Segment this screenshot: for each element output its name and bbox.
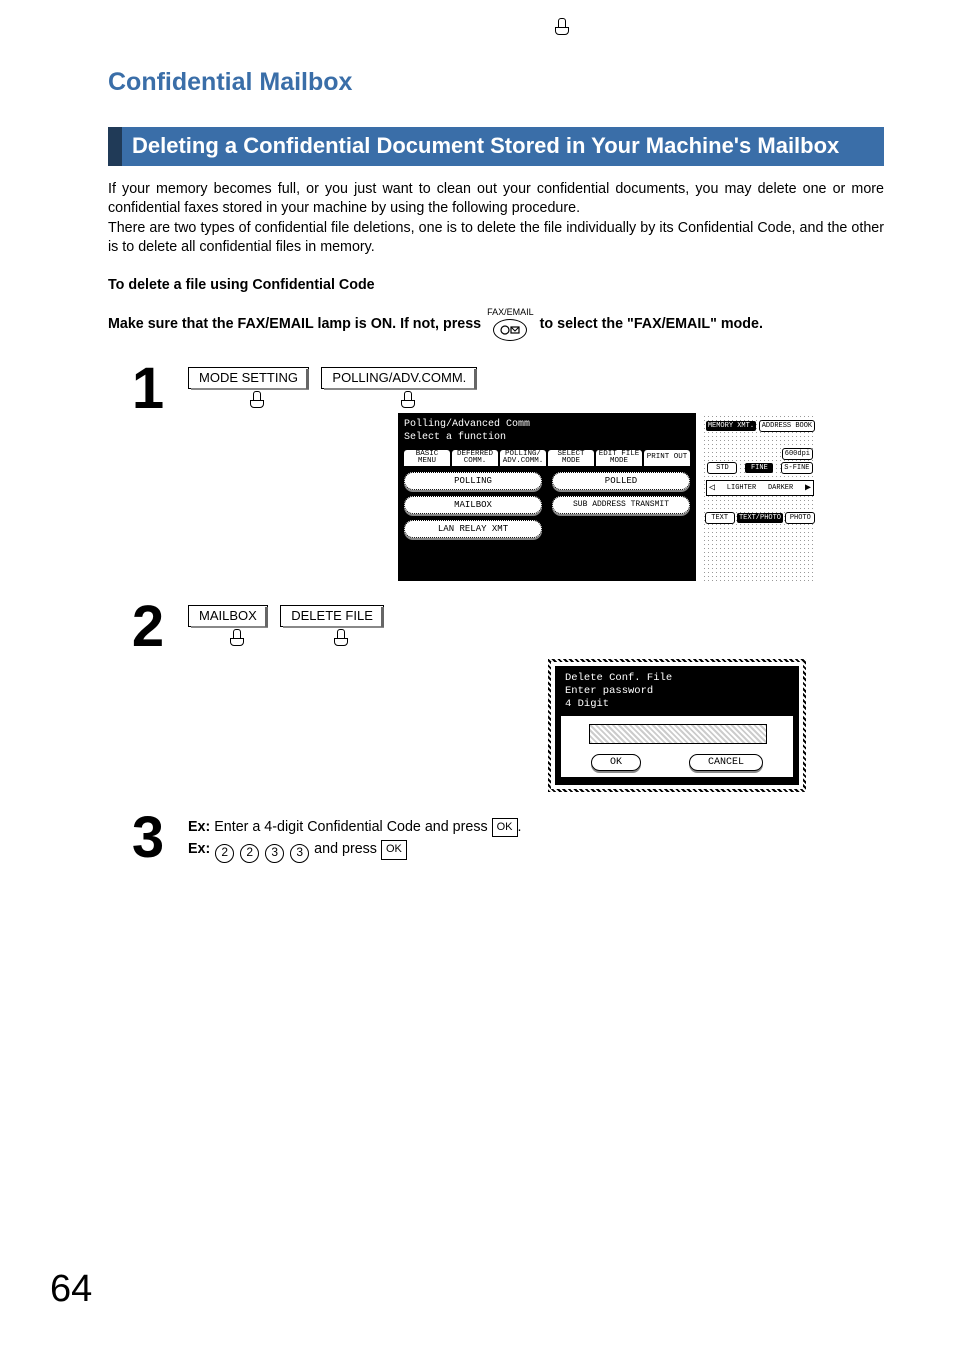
- section-title: Deleting a Confidential Document Stored …: [108, 127, 884, 166]
- lcd-tab-select-mode[interactable]: SELECT MODE: [548, 450, 594, 466]
- side-text[interactable]: TEXT: [706, 513, 734, 523]
- mode-setting-button[interactable]: MODE SETTING: [188, 367, 309, 391]
- lcd-tab-basic-menu[interactable]: BASIC MENU: [404, 450, 450, 466]
- digit-key-3[interactable]: 3: [265, 844, 284, 863]
- fax-email-label: FAX/EMAIL: [487, 307, 534, 317]
- step3-line1: Enter a 4-digit Confidential Code and pr…: [214, 819, 491, 835]
- lcd-tab-deferred[interactable]: DEFERRED COMM.: [452, 450, 498, 466]
- side-lighter[interactable]: LIGHTER: [727, 484, 756, 492]
- make-sure-part1: Make sure that the FAX/EMAIL lamp is ON.…: [108, 316, 481, 332]
- lcd-func-mailbox[interactable]: MAILBOX: [404, 496, 542, 514]
- side-std[interactable]: STD: [708, 463, 736, 473]
- sub-heading: To delete a file using Confidential Code: [108, 277, 884, 293]
- lcd-func-sub-address[interactable]: SUB ADDRESS TRANSMIT: [552, 496, 690, 514]
- step-2-number: 2: [108, 601, 188, 653]
- ex-label-2: Ex:: [188, 841, 210, 857]
- step-3: 3 Ex: Enter a 4-digit Confidential Code …: [108, 812, 884, 864]
- polling-adv-comm-label: POLLING/ADV.COMM.: [321, 367, 477, 389]
- lcd-func-lan-relay[interactable]: LAN RELAY XMT: [404, 520, 542, 538]
- digit-key-1[interactable]: 2: [215, 844, 234, 863]
- ok-key-2[interactable]: OK: [381, 840, 407, 860]
- mailbox-button[interactable]: MAILBOX: [188, 605, 268, 629]
- step-3-number: 3: [108, 812, 188, 864]
- page-number: 64: [50, 1268, 92, 1311]
- lcd-screen: Polling/Advanced Comm Select a function …: [398, 413, 696, 581]
- lcd-header1: Polling/Advanced Comm: [404, 419, 690, 432]
- ex-label-1: Ex:: [188, 819, 210, 835]
- intro-text: If your memory becomes full, or you just…: [108, 180, 884, 257]
- side-text-photo[interactable]: TEXT/PHOTO: [737, 513, 783, 523]
- ok-key-1[interactable]: OK: [492, 818, 518, 838]
- digit-key-4[interactable]: 3: [290, 844, 309, 863]
- dialog-ok-button[interactable]: OK: [591, 754, 641, 771]
- digit-key-2[interactable]: 2: [240, 844, 259, 863]
- fax-email-icon[interactable]: FAX/EMAIL: [487, 307, 534, 341]
- lcd-tab-polling[interactable]: POLLING/ ADV.COMM.: [500, 450, 546, 466]
- side-memory-xmt[interactable]: MEMORY XMT.: [706, 421, 756, 431]
- make-sure-row: Make sure that the FAX/EMAIL lamp is ON.…: [108, 307, 884, 341]
- make-sure-part2: to select the "FAX/EMAIL" mode.: [540, 316, 763, 332]
- delete-file-label: DELETE FILE: [280, 605, 384, 627]
- step-1: 1 MODE SETTING POLLING/ADV.COMM. Polling…: [108, 363, 884, 581]
- side-fine[interactable]: FINE: [745, 463, 773, 473]
- side-photo[interactable]: PHOTO: [786, 513, 814, 523]
- dialog-title: Delete Conf. File Enter password 4 Digit: [561, 670, 793, 715]
- delete-file-button[interactable]: DELETE FILE: [280, 605, 384, 629]
- lcd-header2: Select a function: [404, 432, 690, 445]
- step-2: 2 MAILBOX DELETE FILE Delete Conf. File …: [108, 601, 884, 791]
- lcd-tab-print-out[interactable]: PRINT OUT: [644, 450, 690, 466]
- mailbox-label: MAILBOX: [188, 605, 268, 627]
- step-1-number: 1: [108, 363, 188, 415]
- side-600dpi[interactable]: 600dpi: [783, 449, 812, 459]
- side-address-book[interactable]: ADDRESS BOOK: [760, 421, 814, 431]
- dialog-cancel-button[interactable]: CANCEL: [689, 754, 763, 771]
- side-darker[interactable]: DARKER: [768, 484, 793, 492]
- side-panel: MEMORY XMT. ADDRESS BOOK 600dpi STD FINE…: [704, 413, 816, 581]
- lcd-func-polling[interactable]: POLLING: [404, 472, 542, 490]
- lcd-tab-edit-file[interactable]: EDIT FILE MODE: [596, 450, 642, 466]
- mode-setting-label: MODE SETTING: [188, 367, 309, 389]
- page-title: Confidential Mailbox: [108, 68, 884, 97]
- step3-mid: and press: [314, 841, 381, 857]
- lcd-func-polled[interactable]: POLLED: [552, 472, 690, 490]
- period1: .: [518, 819, 522, 835]
- side-s-fine[interactable]: S-FINE: [782, 463, 811, 473]
- password-input[interactable]: [589, 724, 767, 744]
- polling-adv-comm-button[interactable]: POLLING/ADV.COMM.: [321, 367, 477, 391]
- delete-conf-dialog: Delete Conf. File Enter password 4 Digit…: [548, 659, 806, 791]
